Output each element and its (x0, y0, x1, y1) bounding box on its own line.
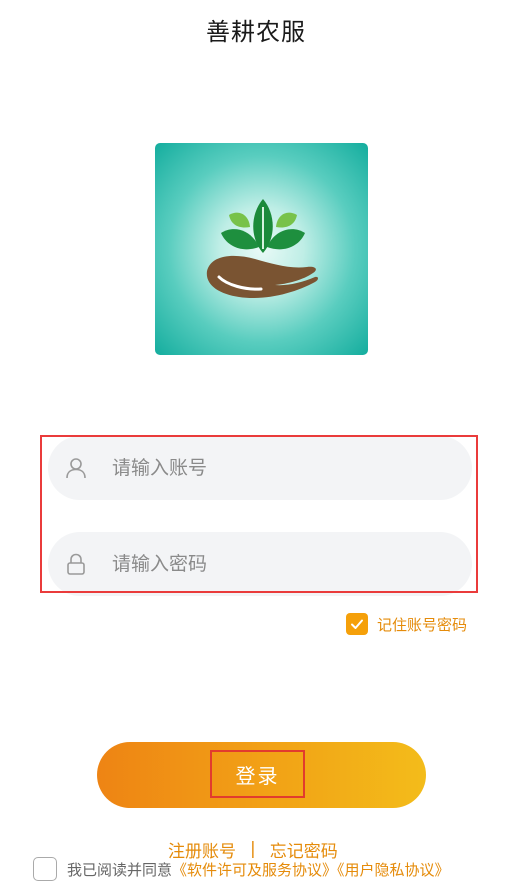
agreement-checkbox[interactable] (33, 857, 57, 881)
software-license-link[interactable]: 《软件许可及服务协议》 (172, 861, 337, 879)
page-title: 善耕农服 (206, 18, 306, 46)
remember-label: 记住账号密码 (377, 615, 468, 634)
login-button[interactable]: 登录 (97, 742, 426, 808)
app-logo (155, 143, 368, 355)
agreement-text: 我已阅读并同意《软件许可及服务协议》《用户隐私协议》 (67, 859, 450, 880)
leaves-in-hand-logo (206, 199, 318, 299)
privacy-policy-link[interactable]: 《用户隐私协议》 (337, 861, 450, 879)
agreement-prefix: 我已阅读并同意 (67, 860, 173, 879)
login-fields-highlight (40, 435, 478, 593)
login-button-label: 登录 (210, 750, 305, 798)
check-icon (346, 613, 368, 635)
agreement-row: 我已阅读并同意《软件许可及服务协议》《用户隐私协议》 (33, 856, 503, 882)
remember-checkbox[interactable]: 记住账号密码 (346, 612, 467, 636)
